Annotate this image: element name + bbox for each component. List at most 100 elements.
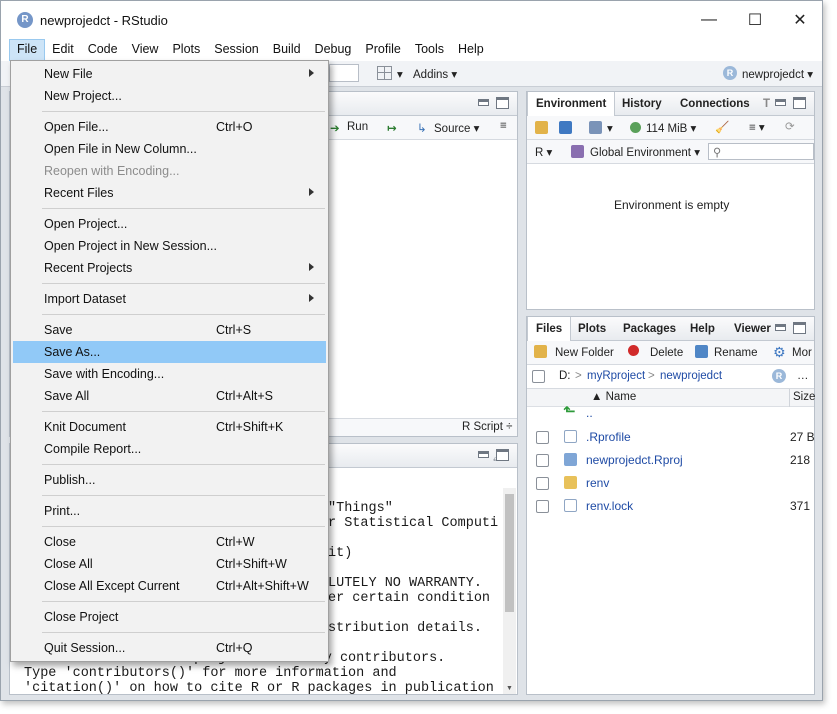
menu-item-recent-files[interactable]: Recent Files — [13, 182, 326, 204]
menu-item-open-project[interactable]: Open Project... — [13, 213, 326, 235]
pane-minimize-icon[interactable] — [775, 99, 786, 106]
tab-files[interactable]: Files — [527, 317, 572, 342]
list-view-icon[interactable]: ≡ ▾ — [749, 120, 765, 134]
pane-maximize-icon[interactable] — [496, 97, 509, 109]
file-name-link[interactable]: renv — [586, 476, 609, 490]
environment-scope-selector[interactable]: Global Environment ▾ — [590, 145, 700, 159]
import-dropdown-icon[interactable]: ▾ — [607, 121, 613, 135]
tab-plots[interactable]: Plots — [570, 317, 614, 341]
menu-item-close[interactable]: Close Ctrl+W — [13, 531, 326, 553]
file-row-checkbox[interactable] — [536, 454, 549, 467]
file-name-link[interactable]: newprojedct.Rproj — [586, 453, 683, 467]
menu-item-new-project[interactable]: New Project... — [13, 85, 326, 107]
menu-item-quit-session[interactable]: Quit Session... Ctrl+Q — [13, 637, 326, 659]
script-type-selector[interactable]: R Script ÷ — [462, 421, 512, 433]
refresh-icon[interactable]: ⟳ — [785, 119, 795, 133]
menu-code[interactable]: Code — [81, 39, 125, 61]
file-row-checkbox[interactable] — [536, 431, 549, 444]
pane-minimize-icon[interactable] — [775, 324, 786, 331]
tab-help[interactable]: Help — [682, 317, 723, 341]
load-workspace-icon[interactable] — [535, 121, 548, 134]
environment-search-input[interactable]: ⚲ — [708, 143, 814, 160]
menu-item-open-project-in-new-session[interactable]: Open Project in New Session... — [13, 235, 326, 257]
menu-item-import-dataset[interactable]: Import Dataset — [13, 288, 326, 310]
file-row-checkbox[interactable] — [536, 500, 549, 513]
save-workspace-icon[interactable] — [559, 121, 572, 134]
menu-item-new-file[interactable]: New File — [13, 63, 326, 85]
delete-button[interactable]: Delete — [650, 347, 683, 359]
parent-folder-link[interactable]: .. — [586, 406, 593, 420]
file-name-link[interactable]: renv.lock — [586, 499, 633, 513]
menu-item-print[interactable]: Print... — [13, 500, 326, 522]
tab-packages[interactable]: Packages — [615, 317, 684, 341]
source-button[interactable]: Source ▾ — [434, 121, 479, 135]
menu-item-save-with-encoding[interactable]: Save with Encoding... — [13, 363, 326, 385]
rerun-icon[interactable]: ↦ — [387, 121, 397, 135]
file-row-checkbox[interactable] — [536, 477, 549, 490]
menu-item-knit-document[interactable]: Knit Document Ctrl+Shift+K — [13, 416, 326, 438]
minimize-button[interactable]: — — [686, 1, 732, 39]
maximize-button[interactable]: ☐ — [732, 1, 778, 39]
language-selector[interactable]: R ▾ — [535, 145, 552, 159]
tab-connections[interactable]: Connections — [672, 92, 758, 116]
tab-environment[interactable]: Environment — [527, 92, 616, 117]
run-button[interactable]: Run — [347, 121, 368, 133]
close-button[interactable]: ✕ — [777, 1, 823, 39]
pane-maximize-icon[interactable] — [496, 449, 509, 461]
menu-build[interactable]: Build — [266, 39, 308, 61]
menu-file[interactable]: File — [9, 39, 46, 61]
menu-tools[interactable]: Tools — [408, 39, 451, 61]
new-folder-button[interactable]: New Folder — [555, 347, 614, 359]
menu-edit[interactable]: Edit — [45, 39, 81, 61]
addins-button[interactable]: Addins ▾ — [413, 67, 457, 81]
menu-help[interactable]: Help — [451, 39, 491, 61]
project-icon[interactable]: R — [772, 369, 786, 383]
menu-session[interactable]: Session — [207, 39, 265, 61]
file-name-link[interactable]: .Rprofile — [586, 430, 631, 444]
menu-profile[interactable]: Profile — [358, 39, 407, 61]
menu-view[interactable]: View — [125, 39, 166, 61]
tab-viewer[interactable]: Viewer — [726, 317, 779, 341]
goto-file-input[interactable] — [329, 64, 359, 82]
more-button[interactable]: Mor — [792, 347, 812, 359]
rename-button[interactable]: Rename — [714, 347, 757, 359]
column-size-header[interactable]: Size — [793, 391, 815, 403]
pane-minimize-icon[interactable] — [478, 451, 489, 458]
menu-item-close-project[interactable]: Close Project — [13, 606, 326, 628]
menu-debug[interactable]: Debug — [308, 39, 359, 61]
outline-icon[interactable]: ≡ — [500, 120, 507, 132]
pane-maximize-icon[interactable] — [793, 322, 806, 334]
menu-item-compile-report[interactable]: Compile Report... — [13, 438, 326, 460]
pane-maximize-icon[interactable] — [793, 97, 806, 109]
environment-toolbar: ▾ 114 MiB ▾ 🧹 ≡ ▾ ⟳ — [527, 116, 814, 140]
menu-item-open-file[interactable]: Open File... Ctrl+O — [13, 116, 326, 138]
menu-item-close-all[interactable]: Close All Ctrl+Shift+W — [13, 553, 326, 575]
broom-icon[interactable]: 🧹 — [715, 120, 729, 134]
pane-layout-icon[interactable] — [377, 66, 392, 80]
menu-item-shortcut: Ctrl+Q — [216, 641, 253, 655]
scroll-down-icon[interactable]: ▼ — [506, 685, 513, 692]
menu-item-open-file-in-new-column[interactable]: Open File in New Column... — [13, 138, 326, 160]
menu-item-save[interactable]: Save Ctrl+S — [13, 319, 326, 341]
breadcrumb-newprojedct[interactable]: newprojedct — [660, 370, 722, 382]
menu-item-save-all[interactable]: Save All Ctrl+Alt+S — [13, 385, 326, 407]
menu-item-publish[interactable]: Publish... — [13, 469, 326, 491]
breadcrumb-myrproject[interactable]: myRproject — [587, 370, 645, 382]
pane-minimize-icon[interactable] — [478, 99, 489, 106]
more-path-icon[interactable]: … — [797, 370, 809, 382]
import-dataset-icon[interactable] — [589, 121, 602, 134]
column-name-header[interactable]: ▲ Name — [591, 391, 636, 403]
console-scroll-thumb[interactable] — [505, 494, 514, 612]
menu-item-label: Save — [44, 323, 73, 337]
layout-dropdown-icon[interactable]: ▾ — [397, 67, 403, 81]
tab-history[interactable]: History — [614, 92, 670, 116]
select-all-checkbox[interactable] — [532, 370, 545, 383]
breadcrumb-drive[interactable]: D: — [559, 370, 571, 382]
project-menu-button[interactable]: newprojedct ▾ — [742, 67, 813, 81]
menu-item-close-all-except-current[interactable]: Close All Except Current Ctrl+Alt+Shift+W — [13, 575, 326, 597]
menu-plots[interactable]: Plots — [165, 39, 207, 61]
memory-usage[interactable]: 114 MiB ▾ — [646, 121, 696, 135]
console-scrollbar[interactable]: ▼ — [503, 488, 516, 694]
menu-item-save-as[interactable]: Save As... — [13, 341, 326, 363]
menu-item-recent-projects[interactable]: Recent Projects — [13, 257, 326, 279]
